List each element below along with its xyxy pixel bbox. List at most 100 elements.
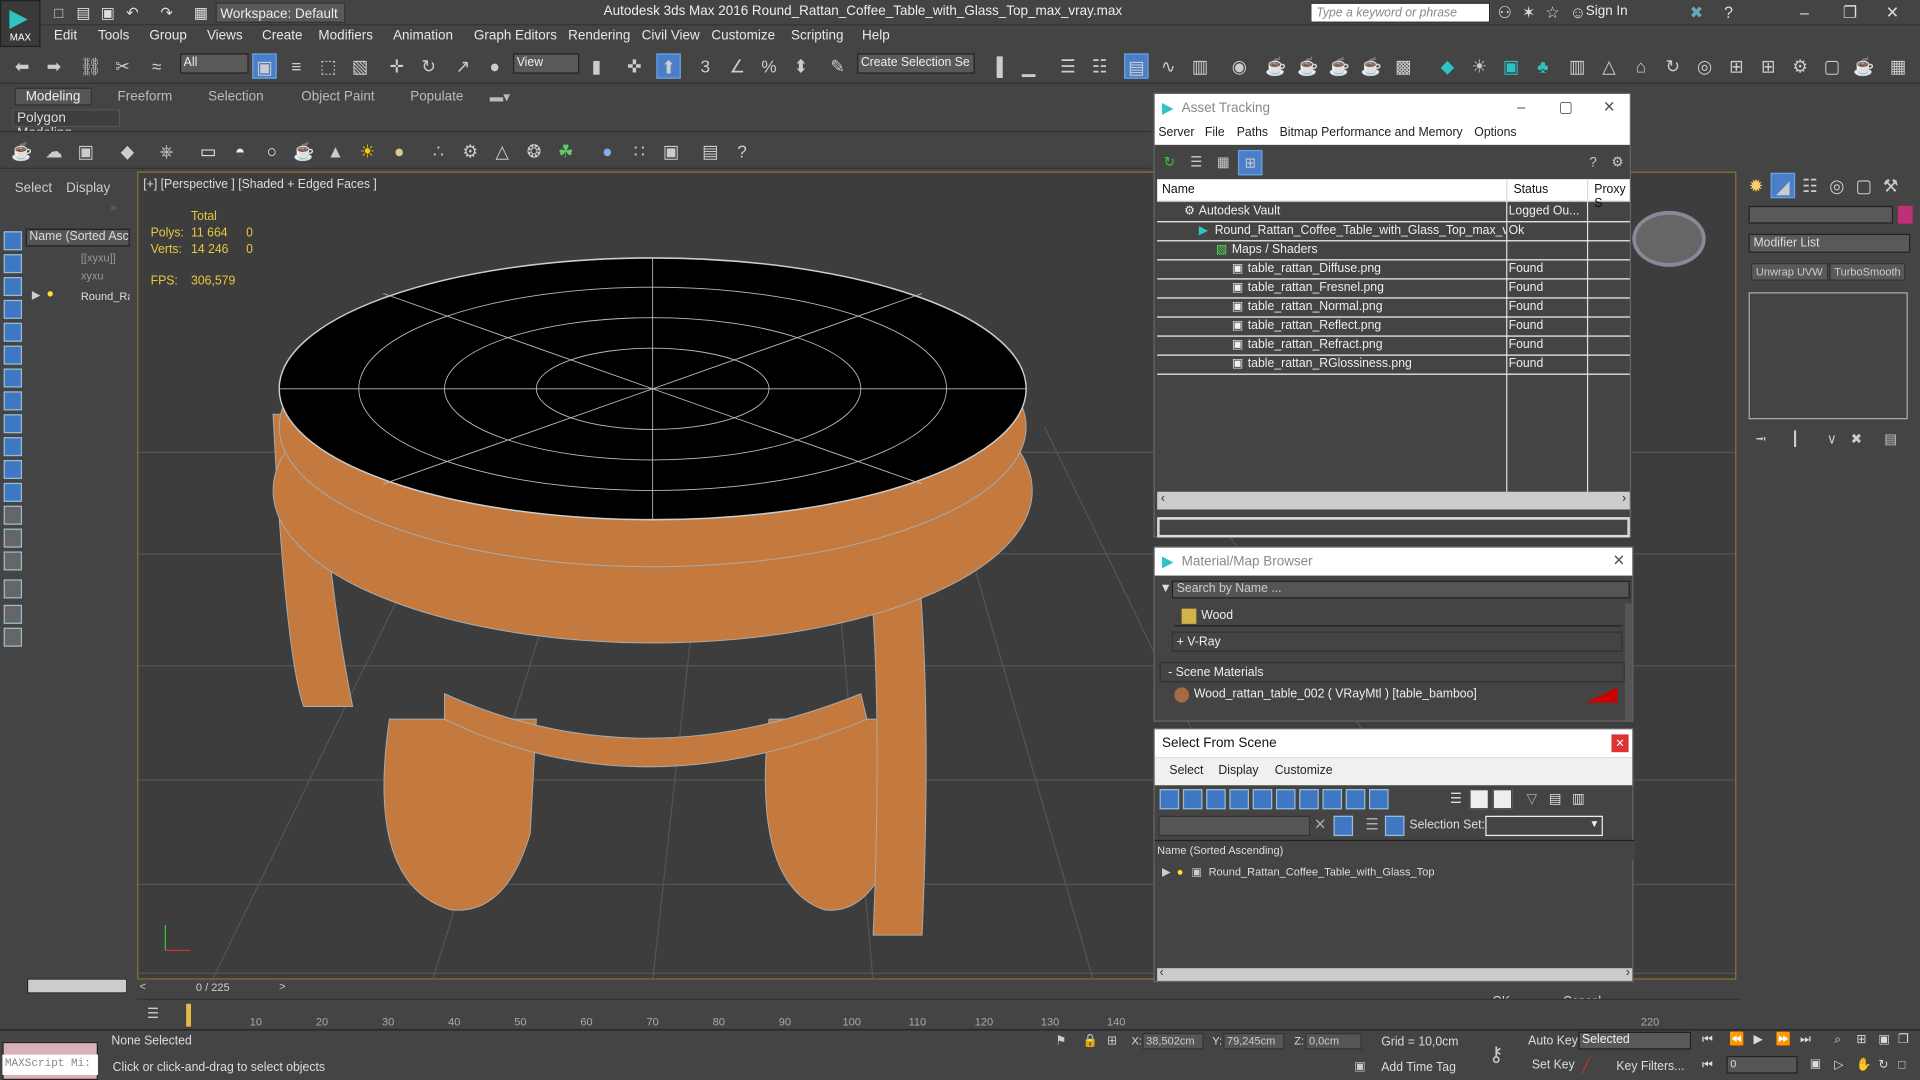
x-coordinate-field[interactable]: 38,502cm — [1142, 1032, 1204, 1050]
y-coordinate-field[interactable]: 79,245cm — [1223, 1032, 1285, 1050]
ribbon-tab-object-paint[interactable]: Object Paint — [301, 89, 374, 104]
exchange-icon[interactable]: ✖ — [1690, 3, 1703, 23]
grass-icon[interactable]: ☘ — [553, 138, 577, 163]
asset-menu-options[interactable]: Options — [1474, 126, 1516, 140]
table-row[interactable]: ▶ Round_Rattan_Coffee_Table_with_Glass_T… — [1157, 222, 1630, 242]
modifier-stack[interactable] — [1748, 292, 1908, 420]
plus-box-icon[interactable]: ⊞ — [1724, 53, 1748, 78]
display-groups-icon[interactable] — [3, 368, 23, 388]
window-crossing-icon[interactable]: ▧ — [348, 53, 372, 78]
lights-icon[interactable]: ◆ — [1435, 53, 1459, 78]
hierarchy-icon[interactable] — [3, 627, 23, 647]
display-bones-icon[interactable] — [3, 414, 23, 434]
time-slider[interactable]: < 0 / 225 > — [137, 979, 1152, 998]
mirror-icon[interactable]: ▐ — [984, 53, 1008, 78]
light-bulb-icon[interactable]: ● — [1177, 861, 1184, 881]
list-item[interactable]: xyxu — [26, 269, 130, 287]
object-name-field[interactable] — [1748, 205, 1894, 224]
sphere-fade-icon[interactable]: ❂ — [522, 138, 546, 163]
pivot-center-icon[interactable]: ▮ — [584, 53, 608, 78]
time-cursor[interactable] — [186, 1003, 192, 1027]
bind-space-warp-icon[interactable]: ≈ — [144, 53, 168, 78]
table-row[interactable]: ▣ table_rattan_RGlossiness.png Found — [1157, 356, 1630, 375]
help-icon[interactable]: ? — [1724, 3, 1733, 22]
key-mode-dropdown[interactable]: Selected — [1578, 1031, 1692, 1050]
percent-snap-icon[interactable]: % — [757, 53, 781, 78]
filter-icon[interactable] — [3, 579, 23, 599]
remove-modifier-icon[interactable]: ✖ — [1844, 427, 1868, 452]
render-production-icon[interactable]: ☕ — [1327, 53, 1351, 78]
menu-animation[interactable]: Animation — [393, 28, 453, 43]
scene-explorer-icon[interactable]: ☰ — [1056, 53, 1080, 78]
render-image-icon[interactable]: ▩ — [1391, 53, 1415, 78]
vray-icon[interactable]: ⌂ — [1629, 53, 1653, 78]
next-frame-icon[interactable]: > — [279, 980, 285, 993]
clear-search-icon[interactable]: ✕ — [1314, 816, 1326, 834]
display-all-icon[interactable] — [3, 505, 23, 525]
scroll-right-icon[interactable]: › — [1626, 966, 1630, 980]
restore-icon[interactable]: ❐ — [1843, 3, 1857, 23]
display-cameras-icon[interactable] — [3, 299, 23, 319]
hierarchy-display-icon[interactable]: ▥ — [1568, 789, 1589, 810]
tree-view-icon[interactable]: ▦ — [1211, 150, 1235, 175]
vertical-scrollbar[interactable] — [1624, 603, 1633, 721]
ribbon-panel-polygon-modeling[interactable]: Polygon Modeling — [12, 109, 121, 141]
asset-path-field[interactable] — [1157, 517, 1630, 538]
material-editor-icon[interactable]: ◉ — [1227, 53, 1251, 78]
table-row[interactable]: ▶ ● ▣ Round_Rattan_Coffee_Table_with_Gla… — [1155, 861, 1635, 881]
sfs-search-input[interactable] — [1158, 815, 1311, 837]
go-to-end-icon[interactable]: ⏭ — [1800, 1033, 1811, 1047]
rotate-icon[interactable]: ↻ — [416, 53, 440, 78]
ribbon-toggle-icon[interactable]: ▤ — [1124, 53, 1149, 79]
scene-explorer-column-header[interactable]: Name (Sorted Ascending) — [25, 228, 130, 247]
sphere-icon[interactable]: ◎ — [1692, 53, 1716, 78]
time-configuration-icon[interactable]: ▣ — [1810, 1057, 1822, 1071]
filter-hidden-icon[interactable] — [1415, 789, 1436, 810]
horizontal-scrollbar[interactable]: ‹ › — [1157, 491, 1630, 510]
filter-funnel-icon[interactable]: ▽ — [1522, 789, 1542, 810]
close-icon[interactable]: ✕ — [1613, 551, 1625, 569]
ribbon-options-icon[interactable]: ▬▾ — [490, 89, 510, 105]
link-icon[interactable]: ⛓ — [78, 53, 102, 78]
scene-explorer-tab-select[interactable]: Select — [15, 180, 52, 195]
filter-helpers-icon[interactable] — [1252, 789, 1273, 810]
menu-customize[interactable]: Customize — [711, 28, 775, 43]
teapot-icon[interactable]: ☕ — [1851, 53, 1875, 78]
motion-tab-icon[interactable]: ◎ — [1825, 173, 1849, 198]
display-xrefs-icon[interactable] — [3, 391, 23, 411]
display-containers-icon[interactable] — [3, 437, 23, 457]
viewport-label[interactable]: [+] [Perspective ] [Shaded + Edged Faces… — [143, 178, 376, 192]
light-lister-icon[interactable]: ◆ — [115, 138, 139, 163]
display-tab-icon[interactable]: ▢ — [1851, 173, 1875, 198]
sfs-menu-display[interactable]: Display — [1218, 764, 1258, 778]
column-name[interactable]: Name — [1162, 183, 1195, 197]
save-file-icon[interactable]: ▣ — [98, 3, 118, 23]
layers-icon[interactable]: ☰ — [1365, 816, 1378, 834]
filter-frozen-icon[interactable] — [1392, 789, 1412, 810]
display-lights-icon[interactable] — [3, 276, 23, 297]
color-dots-icon[interactable]: ∷ — [627, 138, 651, 163]
filter-bones-icon[interactable] — [1345, 789, 1366, 810]
filter-containers-icon[interactable] — [1368, 789, 1389, 810]
sun-light-icon[interactable]: ☀ — [355, 138, 379, 163]
foliage-icon[interactable]: ♣ — [1531, 53, 1555, 78]
curve-editor-mini-icon[interactable]: ☰ — [147, 1005, 159, 1021]
redo-quick-icon[interactable]: ↷ — [157, 3, 177, 23]
material-search-input[interactable]: Search by Name ... — [1171, 580, 1630, 599]
column-status[interactable]: Status — [1513, 183, 1548, 197]
gear-icon[interactable]: ⚙ — [1788, 53, 1812, 78]
favorites-star-icon[interactable]: ☆ — [1545, 3, 1559, 23]
settings-icon[interactable]: ⚙ — [1605, 150, 1629, 175]
maximize-viewport-icon[interactable]: □ — [1898, 1058, 1905, 1072]
lock-selection-icon[interactable]: 🔒 — [1082, 1034, 1097, 1048]
find-as-you-type-icon[interactable] — [1333, 815, 1354, 837]
angle-snap-icon[interactable]: ∠ — [725, 53, 749, 78]
filter-spacewarps-icon[interactable] — [1275, 789, 1296, 810]
key-mode-toggle-icon[interactable]: ⏮ — [1702, 1058, 1713, 1072]
rectangular-selection-icon[interactable]: ⬚ — [316, 53, 340, 78]
application-button[interactable]: ▶ MAX — [0, 0, 41, 48]
grid-icon[interactable]: ⊞ — [1756, 53, 1780, 78]
scene-explorer-tab-display[interactable]: Display — [66, 180, 110, 195]
zoom-extents-icon[interactable]: ▣ — [1878, 1033, 1890, 1047]
spinner-snap-icon[interactable]: ⬍ — [789, 53, 813, 78]
